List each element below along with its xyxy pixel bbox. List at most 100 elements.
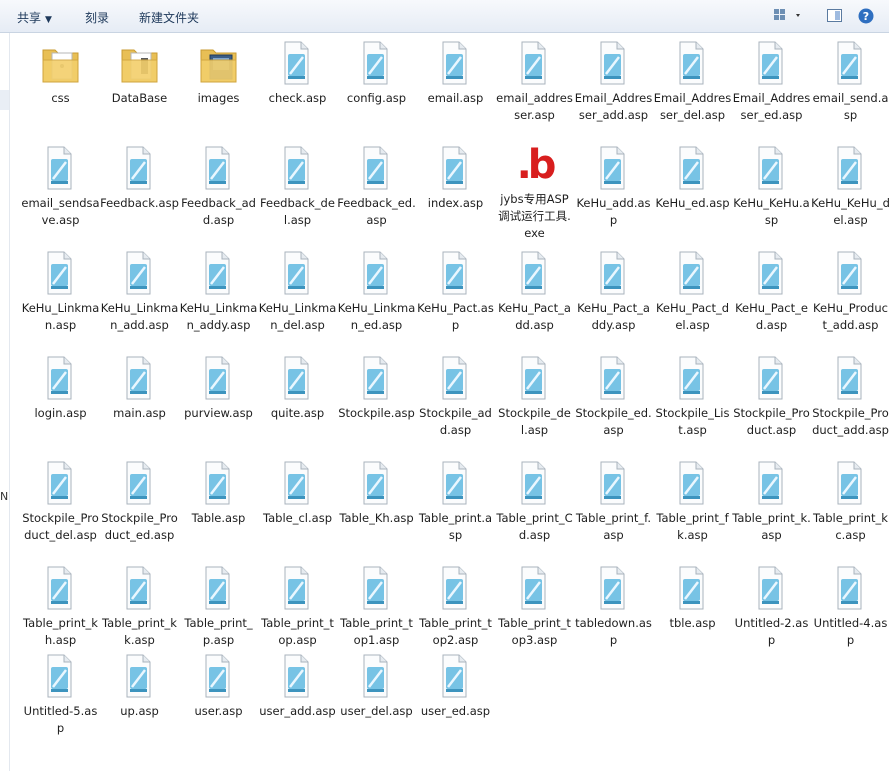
file-item[interactable]: Table_print_kk.asp [100, 565, 179, 649]
file-item[interactable]: KeHu_Pact_ed.asp [732, 250, 811, 334]
share-button[interactable]: 共享 ▼ [17, 9, 52, 26]
file-item[interactable]: KeHu_KeHu.asp [732, 145, 811, 229]
file-name-label: KeHu_Linkman_del.asp [258, 301, 337, 332]
file-item[interactable]: user.asp [179, 653, 258, 720]
file-name-label: Email_Addresser_del.asp [653, 91, 732, 122]
file-item[interactable]: KeHu_Pact.asp [416, 250, 495, 334]
asp-file-icon [758, 251, 782, 295]
help-button[interactable]: ? [857, 7, 875, 25]
file-item[interactable]: Table_print_kh.asp [21, 565, 100, 649]
asp-file-icon [600, 566, 624, 610]
file-item[interactable]: Table_print_k.asp [732, 460, 811, 544]
file-item[interactable]: Feedback_ed.asp [337, 145, 416, 229]
navigation-pane[interactable]: N [0, 33, 10, 771]
file-item[interactable]: user_del.asp [337, 653, 416, 720]
file-item[interactable]: quite.asp [258, 355, 337, 422]
asp-file-icon [679, 146, 703, 190]
file-item[interactable]: Table_print_top2.asp [416, 565, 495, 649]
folder-item[interactable]: css [21, 40, 100, 107]
file-item[interactable]: Table_print_p.asp [179, 565, 258, 649]
file-item[interactable]: KeHu_Pact_add.asp [495, 250, 574, 334]
file-item[interactable]: user_add.asp [258, 653, 337, 720]
change-view-button[interactable] [772, 7, 804, 25]
file-item[interactable]: Stockpile_add.asp [416, 355, 495, 439]
share-label: 共享 [17, 11, 42, 25]
file-item[interactable]: KeHu_Product_add.asp [811, 250, 889, 334]
file-item[interactable]: Feedback_add.asp [179, 145, 258, 229]
file-item[interactable]: Feedback_del.asp [258, 145, 337, 229]
file-item[interactable]: .b jybs专用ASP调试运行工具.exe [495, 145, 574, 242]
file-item[interactable]: index.asp [416, 145, 495, 212]
file-item[interactable]: email_send.asp [811, 40, 889, 124]
file-item[interactable]: Table.asp [179, 460, 258, 527]
file-item[interactable]: Stockpile.asp [337, 355, 416, 422]
file-item[interactable]: Untitled-2.asp [732, 565, 811, 649]
file-item[interactable]: Table_print_kc.asp [811, 460, 889, 544]
preview-pane-icon [827, 9, 842, 22]
asp-file-icon [47, 146, 71, 190]
file-name-label: KeHu_Linkman_ed.asp [337, 301, 416, 332]
file-item[interactable]: email.asp [416, 40, 495, 107]
asp-file-icon [284, 41, 308, 85]
file-item[interactable]: Stockpile_Product.asp [732, 355, 811, 439]
file-item[interactable]: KeHu_KeHu_del.asp [811, 145, 889, 229]
file-item[interactable]: purview.asp [179, 355, 258, 422]
asp-file-icon [284, 566, 308, 610]
file-item[interactable]: Stockpile_del.asp [495, 355, 574, 439]
file-item[interactable]: Table_print_f.asp [574, 460, 653, 544]
file-item[interactable]: Email_Addresser_del.asp [653, 40, 732, 124]
file-item[interactable]: Stockpile_Product_add.asp [811, 355, 889, 439]
file-item[interactable]: KeHu_Linkman_del.asp [258, 250, 337, 334]
file-name-label: Stockpile_ed.asp [575, 406, 652, 437]
file-name-label: Stockpile_Product_del.asp [22, 511, 99, 542]
file-item[interactable]: Stockpile_Product_ed.asp [100, 460, 179, 544]
file-item[interactable]: Email_Addresser_add.asp [574, 40, 653, 124]
file-item[interactable]: Table_Kh.asp [337, 460, 416, 527]
file-item[interactable]: check.asp [258, 40, 337, 107]
navigation-selected-item[interactable] [0, 90, 9, 110]
file-name-label: Table_print.asp [418, 511, 493, 542]
file-name-label: Stockpile_Product.asp [733, 406, 810, 437]
file-item[interactable]: Stockpile_ed.asp [574, 355, 653, 439]
file-item[interactable]: Table_print_Cd.asp [495, 460, 574, 544]
file-item[interactable]: KeHu_Linkman.asp [21, 250, 100, 334]
file-item[interactable]: email_addresser.asp [495, 40, 574, 124]
new-folder-button[interactable]: 新建文件夹 [139, 9, 199, 26]
file-item[interactable]: up.asp [100, 653, 179, 720]
file-item[interactable]: KeHu_Linkman_addy.asp [179, 250, 258, 334]
folder-item[interactable]: DataBase [100, 40, 179, 107]
file-item[interactable]: Table_print_top1.asp [337, 565, 416, 649]
file-name-label: main.asp [113, 406, 166, 420]
file-item[interactable]: Table_print_top.asp [258, 565, 337, 649]
file-item[interactable]: KeHu_Pact_del.asp [653, 250, 732, 334]
file-item[interactable]: KeHu_Pact_addy.asp [574, 250, 653, 334]
file-item[interactable]: main.asp [100, 355, 179, 422]
file-name-label: user_ed.asp [420, 704, 491, 718]
burn-button[interactable]: 刻录 [85, 9, 109, 26]
file-item[interactable]: Stockpile_List.asp [653, 355, 732, 439]
folder-item[interactable]: images [179, 40, 258, 107]
file-item[interactable]: config.asp [337, 40, 416, 107]
file-item[interactable]: KeHu_Linkman_ed.asp [337, 250, 416, 334]
asp-file-icon [442, 146, 466, 190]
file-item[interactable]: tble.asp [653, 565, 732, 632]
file-name-label: Table_print_fk.asp [656, 511, 729, 542]
file-item[interactable]: Untitled-5.asp [21, 653, 100, 737]
file-item[interactable]: login.asp [21, 355, 100, 422]
file-item[interactable]: Table_cl.asp [258, 460, 337, 527]
file-item[interactable]: tabledown.asp [574, 565, 653, 649]
file-item[interactable]: email_sendsave.asp [21, 145, 100, 229]
file-item[interactable]: Email_Addresser_ed.asp [732, 40, 811, 124]
file-name-label: quite.asp [270, 406, 325, 420]
file-item[interactable]: KeHu_Linkman_add.asp [100, 250, 179, 334]
preview-pane-button[interactable] [826, 7, 844, 25]
file-item[interactable]: Table_print_top3.asp [495, 565, 574, 649]
file-item[interactable]: Untitled-4.asp [811, 565, 889, 649]
file-item[interactable]: Stockpile_Product_del.asp [21, 460, 100, 544]
file-item[interactable]: user_ed.asp [416, 653, 495, 720]
file-item[interactable]: KeHu_ed.asp [653, 145, 732, 212]
file-item[interactable]: Table_print_fk.asp [653, 460, 732, 544]
file-item[interactable]: Feedback.asp [100, 145, 179, 212]
file-item[interactable]: Table_print.asp [416, 460, 495, 544]
file-item[interactable]: KeHu_add.asp [574, 145, 653, 229]
